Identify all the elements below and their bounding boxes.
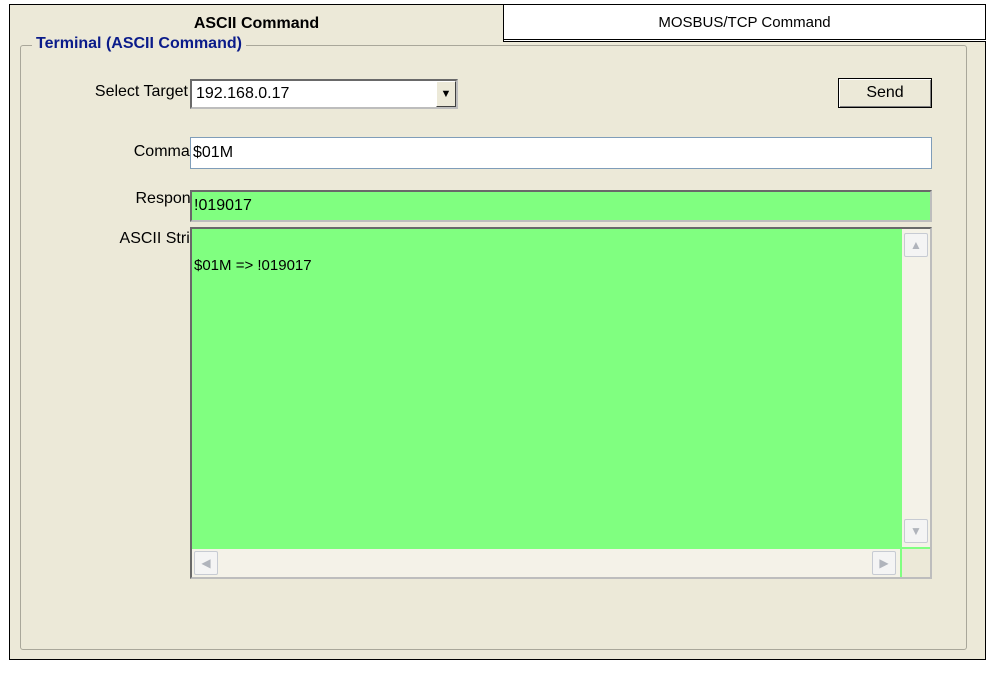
target-ip-value: 192.168.0.17 bbox=[196, 85, 290, 102]
chevron-down-icon[interactable]: ▼ bbox=[904, 519, 928, 543]
chevron-left-icon[interactable]: ◀ bbox=[194, 551, 218, 575]
ascii-string-line: $01M => !019017 bbox=[194, 257, 312, 274]
command-value: $01M bbox=[193, 144, 234, 161]
horizontal-scrollbar[interactable]: ◀ ▶ bbox=[192, 549, 900, 577]
chevron-down-icon[interactable]: ▼ bbox=[436, 81, 456, 107]
response-value: !019017 bbox=[194, 197, 252, 214]
terminal-area: Terminal (ASCII Command) Select Target I… bbox=[0, 0, 994, 673]
command-input[interactable]: $01M bbox=[190, 137, 932, 169]
response-field: !019017 bbox=[190, 190, 932, 222]
vertical-scrollbar[interactable]: ▲ ▼ bbox=[902, 229, 930, 547]
target-ip-select[interactable]: 192.168.0.17 ▼ bbox=[190, 79, 458, 109]
ascii-string-memo[interactable]: $01M => !019017 ▲ ▼ ◀ ▶ bbox=[190, 227, 932, 579]
chevron-right-icon[interactable]: ▶ bbox=[872, 551, 896, 575]
send-button-label: Send bbox=[866, 84, 904, 101]
send-button[interactable]: Send bbox=[838, 78, 932, 108]
chevron-up-icon[interactable]: ▲ bbox=[904, 233, 928, 257]
scroll-corner bbox=[902, 549, 930, 577]
group-title: Terminal (ASCII Command) bbox=[32, 35, 246, 53]
